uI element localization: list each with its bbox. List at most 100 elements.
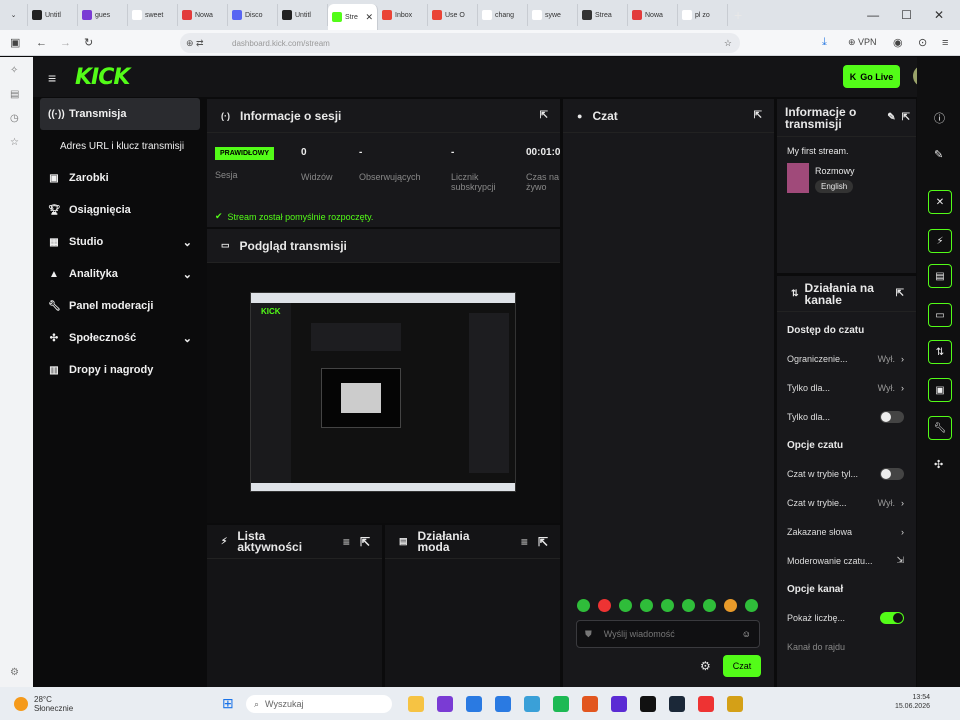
setting-kanal-do-rajdu[interactable]: Kanał do rajdu bbox=[777, 632, 916, 661]
clock[interactable]: 13:54 15.06.2026 bbox=[895, 693, 930, 711]
new-tab-button[interactable]: + bbox=[728, 7, 748, 23]
nav-adres-url[interactable]: Adres URL i klucz transmisji bbox=[40, 130, 200, 162]
emote-icon[interactable] bbox=[703, 599, 716, 612]
browser-tab[interactable]: pl zo bbox=[678, 4, 728, 26]
nav-studio[interactable]: ▦ Studio ⌄ bbox=[40, 226, 200, 258]
rail-bolt-icon[interactable]: ⚡︎ bbox=[928, 229, 952, 253]
maximize-icon[interactable]: ☐ bbox=[901, 8, 912, 22]
browser-tab[interactable]: Untitl bbox=[278, 4, 328, 26]
emote-icon[interactable] bbox=[661, 599, 674, 612]
toggle-switch[interactable] bbox=[880, 611, 904, 624]
filter-icon[interactable]: ≡ bbox=[521, 535, 528, 549]
edit-icon[interactable]: ✎ bbox=[887, 112, 895, 123]
history-icon[interactable]: ◷ bbox=[10, 113, 19, 124]
taskbar-app-icon[interactable] bbox=[669, 696, 685, 712]
forward-icon[interactable]: → bbox=[60, 37, 71, 49]
nav-analityka[interactable]: ▲ Analityka ⌄ bbox=[40, 258, 200, 290]
browser-tab[interactable]: Strea bbox=[578, 4, 628, 26]
rail-chat-icon[interactable]: ▭ bbox=[928, 303, 952, 327]
bookmark-icon[interactable]: ☆ bbox=[724, 38, 732, 49]
vpn-button[interactable]: ⊕ VPN bbox=[848, 37, 877, 48]
reload-icon[interactable]: ↻ bbox=[84, 36, 93, 49]
emoji-icon[interactable]: ☺ bbox=[742, 629, 751, 639]
nav-panel-moderacji[interactable]: 🔧︎ Panel moderacji bbox=[40, 290, 200, 322]
menu-icon[interactable]: ≡ bbox=[942, 37, 948, 49]
browser-tab[interactable]: Use O bbox=[428, 4, 478, 26]
setting-moderowanie[interactable]: Moderowanie czatu... ⇲ bbox=[777, 546, 916, 575]
browser-tab[interactable]: Untitl bbox=[28, 4, 78, 26]
popout-icon[interactable]: ⇱ bbox=[360, 535, 370, 549]
stream-preview-video[interactable]: KICK bbox=[250, 292, 516, 492]
nav-zarobki[interactable]: ▣ Zarobki bbox=[40, 162, 200, 194]
browser-tab[interactable]: Nowa bbox=[628, 4, 678, 26]
add-widget-icon[interactable]: ✣ bbox=[934, 458, 943, 471]
rail-sliders-icon[interactable]: ⇅ bbox=[928, 340, 952, 364]
nav-spolecznosc[interactable]: ✣ Społeczność ⌄ bbox=[40, 322, 200, 354]
setting-ograniczenie[interactable]: Ograniczenie... Wył. › bbox=[777, 344, 916, 373]
nav-dropy[interactable]: ▥ Dropy i nagrody bbox=[40, 354, 200, 386]
favorites-icon[interactable]: ☆ bbox=[10, 137, 19, 148]
chat-input[interactable]: ⛊ Wyślij wiadomość ☺ bbox=[576, 620, 760, 648]
site-info-icon[interactable]: ⊕ ⇄ bbox=[186, 38, 204, 49]
popout-icon[interactable]: ⇱ bbox=[902, 112, 910, 123]
taskbar-app-icon[interactable] bbox=[611, 696, 627, 712]
browser-tab[interactable]: Inbox bbox=[378, 4, 428, 26]
taskbar-app-icon[interactable] bbox=[408, 696, 424, 712]
nav-transmisja[interactable]: ((·)) Transmisja bbox=[40, 98, 200, 130]
emote-icon[interactable] bbox=[724, 599, 737, 612]
emote-icon[interactable] bbox=[619, 599, 632, 612]
setting-czat-w-trybie-2[interactable]: Czat w trybie... Wył. › bbox=[777, 488, 916, 517]
taskbar-search[interactable]: ⌕ Wyszukaj bbox=[246, 695, 392, 713]
taskbar-app-icon[interactable] bbox=[524, 696, 540, 712]
popout-icon[interactable]: ⇱ bbox=[540, 110, 548, 121]
rail-wrench-icon[interactable]: 🔧︎ bbox=[928, 416, 952, 440]
setting-zakazane-slowa[interactable]: Zakazane słowa › bbox=[777, 517, 916, 546]
reading-list-icon[interactable]: ▤ bbox=[10, 89, 19, 100]
taskbar-app-icon[interactable] bbox=[698, 696, 714, 712]
emote-icon[interactable] bbox=[598, 599, 611, 612]
filter-icon[interactable]: ≡ bbox=[343, 535, 350, 549]
kick-logo[interactable]: KICK bbox=[75, 65, 130, 90]
start-icon[interactable]: ⊞ bbox=[222, 695, 234, 712]
close-tab-icon[interactable]: ✕ bbox=[365, 12, 373, 23]
taskbar-app-icon[interactable] bbox=[437, 696, 453, 712]
weather-widget[interactable]: 28°C Słonecznie bbox=[34, 695, 73, 713]
taskbar-app-icon[interactable] bbox=[553, 696, 569, 712]
nav-osiagniecia[interactable]: 🏆︎ Osiągnięcia bbox=[40, 194, 200, 226]
profile-icon[interactable]: ◉ bbox=[893, 36, 903, 49]
back-icon[interactable]: ← bbox=[36, 37, 47, 49]
sidebar-toggle-icon[interactable]: ▣ bbox=[10, 36, 20, 49]
emote-icon[interactable] bbox=[640, 599, 653, 612]
gear-icon[interactable]: ⚙ bbox=[700, 659, 711, 673]
rail-shield-icon[interactable]: ✕ bbox=[928, 190, 952, 214]
toggle-switch[interactable] bbox=[880, 467, 904, 480]
settings-icon[interactable]: ⚙ bbox=[10, 667, 19, 678]
emote-icon[interactable] bbox=[577, 599, 590, 612]
toggle-switch[interactable] bbox=[880, 410, 904, 423]
popout-icon[interactable]: ⇱ bbox=[538, 535, 548, 549]
url-field[interactable]: ⊕ ⇄ dashboard.kick.com/stream ☆ bbox=[180, 33, 740, 53]
pencil-icon[interactable]: ✎ bbox=[934, 148, 943, 161]
taskbar-app-icon[interactable] bbox=[495, 696, 511, 712]
tab-list-icon[interactable]: ⌄ bbox=[0, 4, 28, 26]
emote-icon[interactable] bbox=[682, 599, 695, 612]
send-chat-button[interactable]: Czat bbox=[723, 655, 761, 677]
browser-tab[interactable]: gues bbox=[78, 4, 128, 26]
browser-tab[interactable]: Disco bbox=[228, 4, 278, 26]
taskbar-app-icon[interactable] bbox=[640, 696, 656, 712]
info-icon[interactable]: ⓘ bbox=[934, 110, 945, 126]
browser-tab[interactable]: Stre ✕ bbox=[328, 4, 378, 30]
taskbar-app-icon[interactable] bbox=[582, 696, 598, 712]
downloads-icon[interactable]: ⊙ bbox=[918, 36, 927, 49]
browser-tab[interactable]: chang bbox=[478, 4, 528, 26]
taskbar-app-icon[interactable] bbox=[466, 696, 482, 712]
emote-icon[interactable] bbox=[745, 599, 758, 612]
popout-icon[interactable]: ⇱ bbox=[754, 110, 762, 121]
minimize-icon[interactable]: — bbox=[867, 8, 879, 22]
sparkle-icon[interactable]: ✧ bbox=[10, 65, 18, 76]
setting-tylko-dla[interactable]: Tylko dla... Wył. › bbox=[777, 373, 916, 402]
browser-tab[interactable]: Nowa bbox=[178, 4, 228, 26]
popout-icon[interactable]: ⇱ bbox=[896, 288, 904, 299]
close-window-icon[interactable]: ✕ bbox=[934, 8, 944, 22]
browser-tab[interactable]: sweet bbox=[128, 4, 178, 26]
